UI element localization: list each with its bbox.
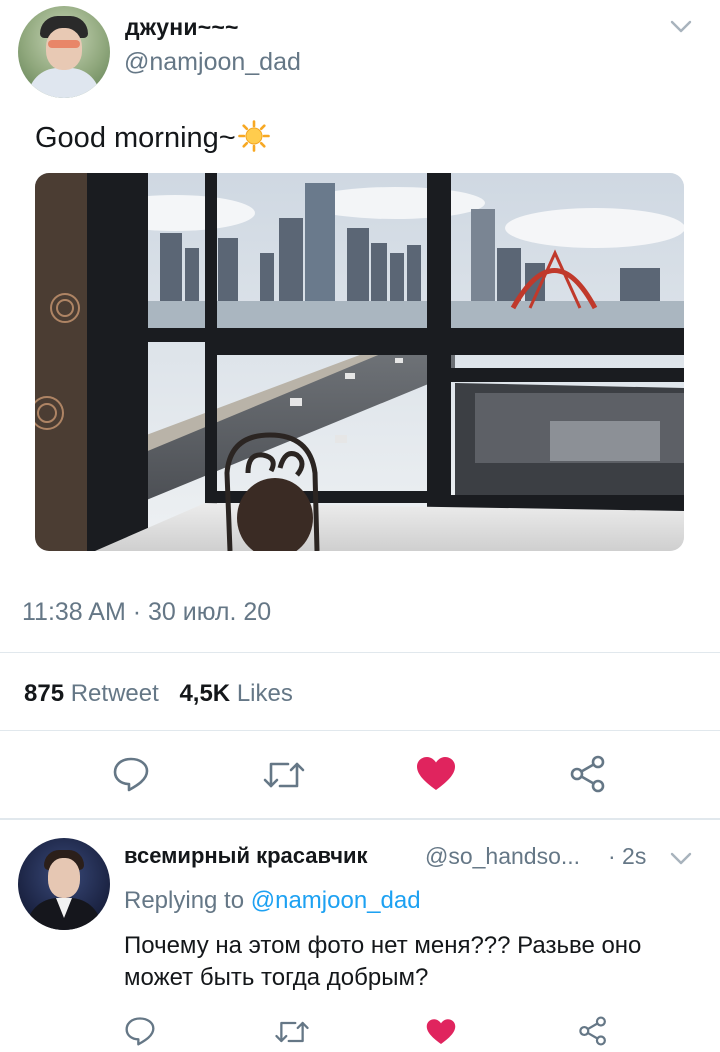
chevron-down-icon[interactable] (670, 852, 692, 866)
chevron-down-icon[interactable] (670, 20, 692, 34)
reply-icon[interactable] (112, 756, 150, 792)
retweet-label[interactable]: Retweet (71, 680, 159, 707)
tweet-stats: 875 Retweet 4,5K Likes (24, 680, 293, 708)
likes-label[interactable]: Likes (237, 680, 293, 707)
replying-mention-link[interactable]: @namjoon_dad (251, 887, 421, 914)
share-icon[interactable] (578, 1016, 608, 1046)
likes-count[interactable]: 4,5K (179, 680, 230, 707)
reply-author-avatar[interactable] (18, 838, 110, 930)
author-avatar[interactable] (18, 6, 110, 98)
like-icon[interactable] (416, 756, 456, 792)
tweet-timestamp[interactable]: 11:38 AM · 30 июл. 20 (22, 598, 271, 627)
reply-time[interactable]: · 2s (608, 843, 646, 870)
reply-icon[interactable] (124, 1016, 156, 1046)
retweet-icon[interactable] (274, 1018, 310, 1046)
author-display-name[interactable]: джуни~~~ (125, 14, 239, 41)
author-handle[interactable]: @namjoon_dad (124, 48, 301, 77)
divider (0, 652, 720, 653)
retweet-count[interactable]: 875 (24, 680, 64, 707)
tweet-text-body: Good morning~ (35, 122, 236, 154)
replying-prefix: Replying to (124, 887, 245, 914)
city-view-photo (35, 173, 684, 551)
tweet-photo[interactable] (35, 173, 684, 551)
reply-text: Почему на этом фото нет меня??? Разьве о… (124, 932, 642, 991)
reply-author-handle[interactable]: @so_handso... (425, 843, 580, 870)
divider (0, 730, 720, 731)
tweet-text: Good morning~ (35, 120, 270, 155)
reply-author-display-name[interactable]: всемирный красавчик (124, 843, 368, 869)
retweet-icon[interactable] (262, 758, 306, 792)
like-icon[interactable] (426, 1018, 456, 1046)
share-icon[interactable] (569, 755, 607, 793)
replying-to: Replying to @namjoon_dad (124, 887, 421, 915)
sun-icon (237, 120, 270, 153)
divider (0, 818, 720, 820)
